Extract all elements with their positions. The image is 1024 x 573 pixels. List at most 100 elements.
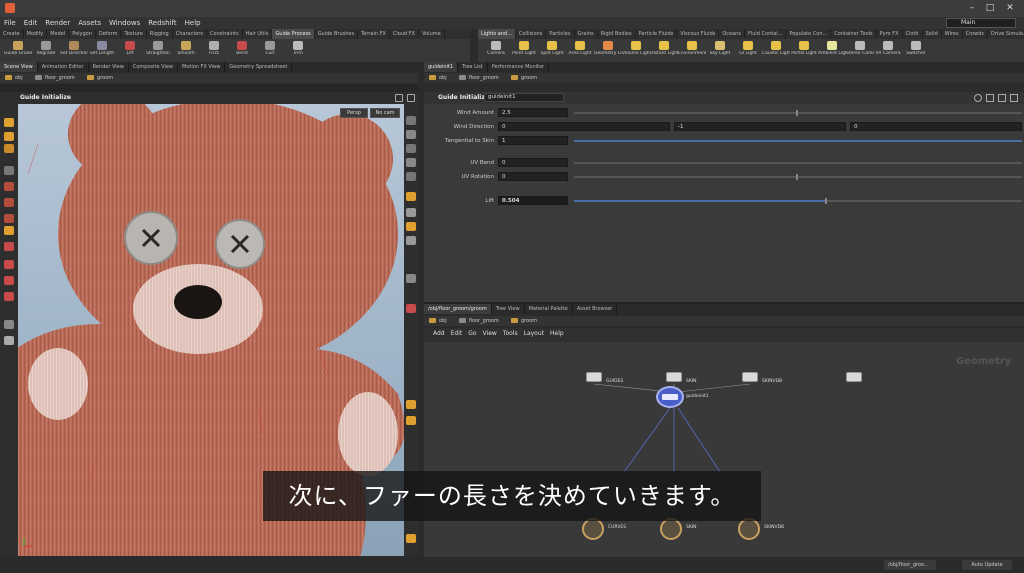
param-slider[interactable] [574,140,1022,142]
snap-icon[interactable] [4,242,14,251]
shelf-right-tab[interactable]: Viscous Fluids [677,29,720,39]
shelf-right-tool[interactable]: VR Camera [874,39,902,57]
shelf-left-tab[interactable]: Hair Utils [243,29,273,39]
shelf-left-tab[interactable]: Texture [121,29,147,39]
node-skin-output[interactable] [660,518,682,540]
shelf-left-tab[interactable]: Volume [419,29,445,39]
auto-update-button[interactable]: Auto Update [962,560,1012,570]
info-icon[interactable] [1010,94,1018,102]
shelf-right-tool[interactable]: Area Light [566,39,594,57]
group-icon[interactable] [4,320,14,329]
net-menu-add[interactable]: Add [430,328,448,339]
shelf-right-tab[interactable]: Pyro FX [877,29,903,39]
move-tool-icon[interactable] [4,132,14,141]
shelf-right-tool[interactable]: GI Light [734,39,762,57]
network-editor[interactable]: Geometry GUIDES SKIN SKINVDB guideinit1 … [424,342,1024,557]
path-floor-groom[interactable]: floor_groom [30,73,80,83]
viewport-options-icon[interactable] [395,94,403,102]
node-skin-input[interactable] [666,372,682,382]
node-extra-input[interactable] [846,372,862,382]
path-obj[interactable]: obj [0,73,28,83]
camera-view-icon[interactable] [406,192,416,201]
shelf-right-tool[interactable]: Volume Light [622,39,650,57]
shaded-icon[interactable] [406,158,416,167]
param-slider[interactable] [574,112,1022,114]
shelf-left-tab[interactable]: Characters [173,29,208,39]
menu-windows[interactable]: Windows [105,17,144,29]
wind-dir-x-field[interactable]: 0 [498,122,670,131]
shelf-left-tool[interactable]: Lift [116,39,144,57]
scene-tab[interactable]: Animation Editor [38,62,89,72]
shelf-left-tab[interactable]: Rigging [147,29,173,39]
wind-dir-y-field[interactable]: -1 [674,122,846,131]
shelf-right-tab[interactable]: Cloth [903,29,923,39]
shelf-right-tab[interactable]: Crowds [963,29,988,39]
cam-menu[interactable]: No cam [370,108,400,118]
shelf-right-tool[interactable]: Caustic Light [762,39,790,57]
slider-knob[interactable] [796,110,798,116]
shelf-right-tab[interactable]: Solid [923,29,942,39]
network-tab[interactable]: Tree View [492,304,525,314]
node-name-field[interactable]: guideinit1 [484,93,564,102]
slider-knob[interactable] [825,198,827,204]
shelf-right-tab[interactable]: Rigid Bodies [598,29,636,39]
net-menu-layout[interactable]: Layout [521,328,547,339]
net-path-obj[interactable]: obj [424,316,452,326]
node-guides-input[interactable] [586,372,602,382]
net-menu-view[interactable]: View [480,328,500,339]
magnet-icon[interactable] [4,292,14,301]
tangential-field[interactable]: 1 [498,136,568,145]
shelf-left-tab[interactable]: Terrain FX [358,29,390,39]
lighting-icon[interactable] [406,130,416,139]
params-tab[interactable]: guideinit1 [424,62,459,72]
scene-tab[interactable]: Render View [89,62,129,72]
safe-area-icon[interactable] [406,400,416,409]
flipbook-icon[interactable] [406,534,416,543]
param-slider[interactable] [574,176,1022,178]
param-slider[interactable] [826,200,1022,202]
net-path-floor-groom[interactable]: floor_groom [454,316,504,326]
shelf-right-tab[interactable]: Collisions [516,29,547,39]
rotate-tool-icon[interactable] [4,144,14,153]
shelf-right-tab[interactable]: Fluid Contai... [745,29,787,39]
shelf-left-tab[interactable]: Constraints [207,29,243,39]
ghost-icon[interactable] [406,304,416,313]
menu-edit[interactable]: Edit [20,17,42,29]
params-tab[interactable]: Tree List [458,62,488,72]
xray-icon[interactable] [406,274,416,283]
shelf-left-tool[interactable]: Curl [256,39,284,57]
shelf-right-tab[interactable]: Drive Simula... [988,29,1024,39]
node-skinvdb-input[interactable] [742,372,758,382]
pin-icon[interactable] [998,94,1006,102]
shelf-right-tool[interactable]: Ambient Light [818,39,846,57]
shelf-right-tab[interactable]: Populate Con... [786,29,832,39]
network-tab[interactable]: /obj/floor_groom/groom [424,304,492,314]
param-wind-amount-field[interactable]: 2.5 [498,108,568,117]
net-menu-tools[interactable]: Tools [500,328,521,339]
shelf-left-tab[interactable]: Guide Brushes [315,29,359,39]
maximize-icon[interactable]: □ [984,3,996,13]
shelf-left-tab[interactable]: Modify [24,29,48,39]
shelf-left-tool[interactable]: Set Direction [60,39,88,57]
minimize-icon[interactable]: – [966,3,978,13]
shelf-left-tool[interactable]: Straighten [144,39,172,57]
scene-tab[interactable]: Motion FX View [178,62,226,72]
handle-tool-icon[interactable] [4,198,14,207]
param-slider[interactable] [574,162,1022,164]
net-menu-help[interactable]: Help [547,328,567,339]
shelf-right-tool[interactable]: Spot Light [538,39,566,57]
shelf-right-tab[interactable]: Oceans [719,29,745,39]
shelf-left-tool[interactable]: Frizz [200,39,228,57]
shelf-left-tool[interactable]: Smooth [172,39,200,57]
slider-knob[interactable] [796,174,798,180]
shelf-right-tab[interactable]: Lights and... [478,29,516,39]
shelf-right-tool[interactable]: Point Light [510,39,538,57]
points-display-icon[interactable] [406,222,416,231]
shelf-left-tab[interactable]: Cloud FX [390,29,420,39]
view-tool-icon[interactable] [4,226,14,235]
params-path-obj[interactable]: obj [424,73,452,83]
scene-tab[interactable]: Composite View [129,62,178,72]
grid-icon[interactable] [406,208,416,217]
select-tool-icon[interactable] [4,118,14,127]
shelf-left-tool[interactable]: Guide Groom [4,39,32,57]
